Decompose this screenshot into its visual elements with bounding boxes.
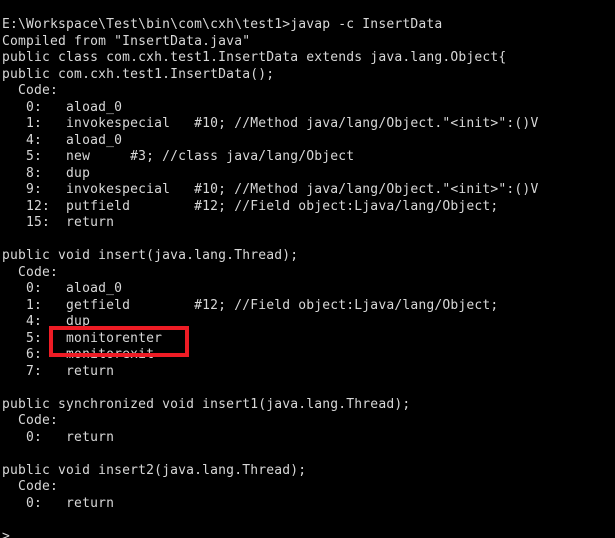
console-line: public void insert(java.lang.Thread); (2, 248, 299, 263)
console-line: 0: aload_0 (2, 281, 123, 296)
console-line: 1: getfield #12; //Field object:Ljava/la… (2, 297, 499, 313)
console-line: public void insert2(java.lang.Thread); (2, 462, 307, 478)
command-prompt-window[interactable]: E:\Workspace\Test\bin\com\cxh\test1>java… (0, 0, 615, 538)
console-line: Code: (2, 264, 59, 280)
console-line: 15: return (2, 215, 115, 230)
console-line: 9: invokespecial #10; //Method java/lang… (2, 182, 539, 197)
console-line: 5: new #3; //class java/lang/Object (2, 149, 355, 164)
console-line: Code: (2, 413, 59, 428)
console-line: Compiled from "InsertData.java" (2, 33, 251, 49)
console-line: > (2, 528, 11, 538)
console-line: 5: monitorenter (2, 330, 163, 346)
console-line: 0: return (2, 495, 115, 511)
console-line: 6: monitorexit (2, 347, 155, 362)
console-line: 0: return (2, 429, 115, 445)
console-line: 8: dup (2, 165, 91, 181)
console-line: 7: return (2, 363, 115, 379)
console-line: E:\Workspace\Test\bin\com\cxh\test1>java… (2, 17, 443, 32)
console-line: 4: aload_0 (2, 132, 123, 148)
console-line: Code: (2, 83, 59, 98)
console-line: public synchronized void insert1(java.la… (2, 396, 411, 412)
console-line: public class com.cxh.test1.InsertData ex… (2, 50, 507, 65)
console-line: 1: invokespecial #10; //Method java/lang… (2, 116, 539, 131)
console-line: 4: dup (2, 314, 91, 329)
console-output: E:\Workspace\Test\bin\com\cxh\test1>java… (2, 17, 538, 538)
console-line: 0: aload_0 (2, 99, 123, 115)
console-line: Code: (2, 479, 59, 494)
console-line: 12: putfield #12; //Field object:Ljava/l… (2, 198, 499, 214)
console-line: public com.cxh.test1.InsertData(); (2, 66, 275, 82)
